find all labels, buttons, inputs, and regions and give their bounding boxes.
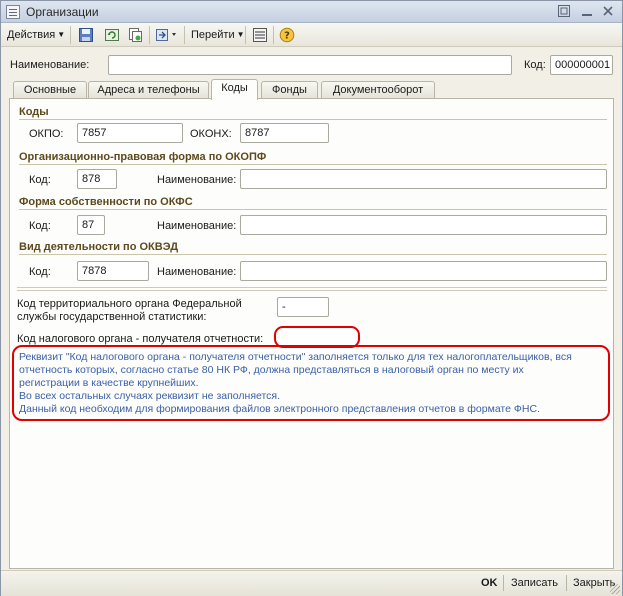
actions-menu-label: Действия — [7, 29, 56, 41]
okopf-code-input[interactable]: 878 — [77, 169, 117, 189]
toolbar-separator — [70, 26, 71, 44]
toolbar-separator — [149, 26, 150, 44]
toolbar-separator — [245, 26, 246, 44]
minimize-icon[interactable] — [579, 4, 595, 20]
name-label: Наименование: — [10, 59, 90, 71]
tab-funds[interactable]: Фонды — [261, 81, 318, 99]
panel-divider — [17, 290, 607, 291]
territorial-label-line2: службы государственной статистики: — [17, 311, 207, 323]
section-divider — [19, 164, 607, 165]
okfs-code-label: Код: — [29, 220, 51, 232]
button-separator — [503, 575, 504, 591]
close-window-icon[interactable] — [600, 4, 616, 20]
save-button[interactable]: Записать — [511, 577, 558, 589]
okved-section-title: Вид деятельности по ОКВЭД — [19, 241, 179, 253]
refresh-icon[interactable] — [104, 27, 120, 43]
tab-label: Коды — [221, 82, 248, 94]
copy-document-icon[interactable] — [127, 27, 143, 43]
code-label: Код: — [524, 59, 546, 71]
tax-authority-label: Код налогового органа - получателя отчет… — [17, 333, 264, 345]
okfs-code-input[interactable]: 87 — [77, 215, 105, 235]
toolbar: Действия ▼ Перейти ▼ ? — [1, 23, 622, 47]
tab-label: Адреса и телефоны — [97, 84, 200, 96]
okopf-name-input[interactable] — [240, 169, 607, 189]
organizations-window: Организации Действия ▼ Перейти ▼ ? Наиме… — [0, 0, 623, 596]
okved-code-input[interactable]: 7878 — [77, 261, 149, 281]
tab-main[interactable]: Основные — [13, 81, 87, 99]
okpo-input[interactable]: 7857 — [77, 123, 183, 143]
territorial-label-line1: Код территориального органа Федеральной — [17, 298, 242, 310]
svg-text:?: ? — [284, 31, 290, 42]
codes-section-title: Коды — [19, 106, 49, 118]
help-window-icon[interactable] — [556, 4, 572, 20]
actions-menu-button[interactable]: Действия ▼ — [7, 27, 65, 43]
code-input[interactable]: 000000001 — [550, 55, 613, 75]
okonh-input[interactable]: 8787 — [240, 123, 329, 143]
help-icon[interactable]: ? — [279, 27, 295, 43]
section-divider — [19, 254, 607, 255]
ok-button[interactable]: OK — [481, 577, 498, 589]
okved-name-input[interactable] — [240, 261, 607, 281]
okonh-label: ОКОНХ: — [190, 128, 232, 140]
toolbar-separator — [273, 26, 274, 44]
okopf-section-title: Организационно-правовая форма по ОКОПФ — [19, 151, 267, 163]
okfs-section-title: Форма собственности по ОКФС — [19, 196, 193, 208]
tab-codes[interactable]: Коды — [211, 79, 258, 100]
okved-name-label: Наименование: — [157, 266, 237, 278]
tab-label: Основные — [23, 84, 77, 96]
okfs-name-input[interactable] — [240, 215, 607, 235]
title-bar[interactable]: Организации — [1, 1, 622, 23]
list-icon[interactable] — [252, 27, 268, 43]
panel-divider — [17, 287, 607, 288]
toolbar-separator — [184, 26, 185, 44]
tab-addresses[interactable]: Адреса и телефоны — [88, 81, 209, 99]
structure-menu-icon[interactable] — [155, 27, 176, 43]
okopf-name-label: Наименование: — [157, 174, 237, 186]
dropdown-arrow-icon: ▼ — [236, 30, 245, 40]
okpo-label: ОКПО: — [29, 128, 64, 140]
name-input[interactable] — [108, 55, 512, 75]
save-disk-icon[interactable] — [78, 27, 94, 43]
tab-label: Документооборот — [332, 84, 424, 96]
tab-label: Фонды — [272, 84, 307, 96]
okved-code-label: Код: — [29, 266, 51, 278]
section-divider — [19, 119, 607, 120]
okfs-name-label: Наименование: — [157, 220, 237, 232]
window-title: Организации — [26, 5, 99, 19]
goto-menu-button[interactable]: Перейти ▼ — [191, 27, 245, 43]
territorial-code-input[interactable]: - — [277, 297, 329, 317]
tab-document-flow[interactable]: Документооборот — [321, 81, 435, 99]
form-icon — [6, 5, 20, 19]
dropdown-arrow-icon: ▼ — [57, 30, 66, 40]
resize-grip-icon[interactable] — [610, 584, 620, 594]
okopf-code-label: Код: — [29, 174, 51, 186]
highlight-oval-info — [12, 345, 610, 421]
button-separator — [566, 575, 567, 591]
section-divider — [19, 209, 607, 210]
goto-menu-label: Перейти — [191, 29, 235, 41]
bottom-bar: OK Записать Закрыть — [1, 570, 622, 596]
